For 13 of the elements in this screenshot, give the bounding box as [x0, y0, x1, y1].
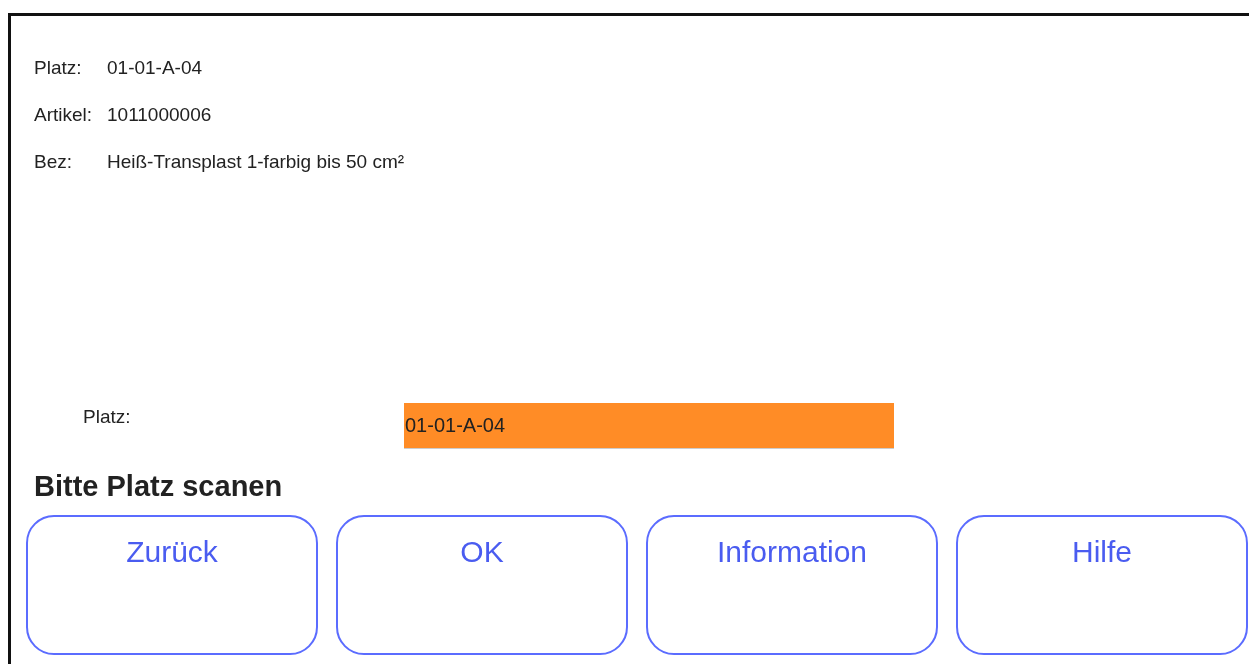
info-value: Heiß-Transplast 1-farbig bis 50 cm² — [107, 150, 405, 173]
action-button[interactable]: Zurück — [26, 515, 318, 655]
info-label: Platz: — [34, 56, 82, 79]
action-button[interactable]: Hilfe — [956, 515, 1248, 655]
field-label: Platz: — [83, 406, 132, 428]
info-label: Artikel: — [34, 103, 93, 126]
action-button[interactable]: OK — [336, 515, 628, 655]
info-value: 01-01-A-04 — [107, 56, 203, 79]
info-value: 1011000006 — [107, 103, 212, 126]
info-label: Bez: — [34, 150, 73, 173]
scan-prompt: Bitte Platz scanen — [34, 469, 283, 504]
input-field[interactable]: 01-01-A-04 — [404, 403, 894, 449]
action-button[interactable]: Information — [646, 515, 938, 655]
